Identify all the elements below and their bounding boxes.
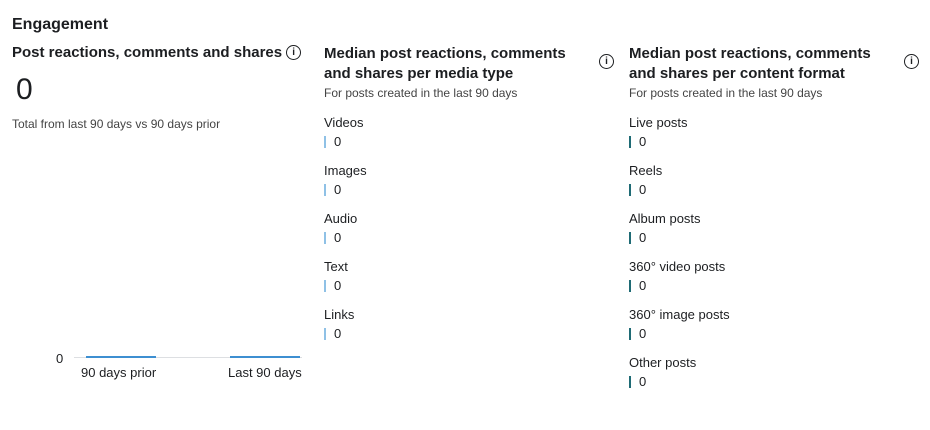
metric-label: Text xyxy=(324,259,348,274)
metric-value-row: 0 xyxy=(629,278,919,293)
metric-label: Videos xyxy=(324,115,364,130)
total-title-row: Post reactions, comments and shares i xyxy=(12,44,312,61)
list-item: Live posts 0 xyxy=(629,114,919,162)
chart-bar-90-days-prior[interactable] xyxy=(86,356,156,358)
media-type-panel: Median post reactions, comments and shar… xyxy=(324,44,614,354)
metric-label: Audio xyxy=(324,211,358,226)
total-engagement-panel: Post reactions, comments and shares i 0 … xyxy=(12,44,312,131)
metric-value-row: 0 xyxy=(324,278,614,293)
metric-value-row: 0 xyxy=(629,134,919,149)
metric-value-row: 0 xyxy=(629,374,919,389)
list-item: Text 0 xyxy=(324,258,614,306)
metric-bar xyxy=(629,231,631,244)
metric-value: 0 xyxy=(639,374,647,389)
metric-value-row: 0 xyxy=(324,326,614,341)
metric-label: Links xyxy=(324,307,355,322)
list-item: 360° image posts 0 xyxy=(629,306,919,354)
list-item: Videos 0 xyxy=(324,114,614,162)
list-item: Album posts 0 xyxy=(629,210,919,258)
content-format-subtitle: For posts created in the last 90 days xyxy=(629,86,823,100)
info-icon[interactable]: i xyxy=(904,54,919,69)
metric-label: 360° video posts xyxy=(629,259,726,274)
content-format-list: Live posts 0 Reels 0 Album posts 0 360° video … xyxy=(629,114,919,402)
metric-bar xyxy=(324,231,326,244)
metric-value: 0 xyxy=(639,326,647,341)
metric-bar xyxy=(324,279,326,292)
metric-value-row: 0 xyxy=(324,182,614,197)
content-format-header: Median post reactions, comments and shar… xyxy=(629,44,919,100)
media-type-header: Median post reactions, comments and shar… xyxy=(324,44,614,100)
list-item: Audio 0 xyxy=(324,210,614,258)
metric-label: Images xyxy=(324,163,367,178)
metric-value: 0 xyxy=(334,278,342,293)
metric-bar xyxy=(629,327,631,340)
metric-value: 0 xyxy=(639,230,647,245)
metric-value: 0 xyxy=(639,278,647,293)
metric-value-row: 0 xyxy=(324,134,614,149)
chart-x-label: 90 days prior xyxy=(81,365,157,380)
chart-bar-last-90-days[interactable] xyxy=(230,356,300,358)
metric-bar xyxy=(629,135,631,148)
metric-bar xyxy=(324,183,326,196)
total-title: Post reactions, comments and shares xyxy=(12,44,283,61)
total-value: 0 xyxy=(16,73,33,106)
media-type-list: Videos 0 Images 0 Audio 0 Text 0 Links 0 xyxy=(324,114,614,354)
section-title: Engagement xyxy=(12,16,109,33)
metric-label: Reels xyxy=(629,163,663,178)
metric-bar xyxy=(629,375,631,388)
metric-value: 0 xyxy=(334,134,342,149)
info-icon[interactable]: i xyxy=(599,54,614,69)
metric-value: 0 xyxy=(639,182,647,197)
metric-value-row: 0 xyxy=(324,230,614,245)
metric-bar xyxy=(629,279,631,292)
chart-y-tick: 0 xyxy=(56,351,64,366)
metric-bar xyxy=(324,327,326,340)
metric-value-row: 0 xyxy=(629,326,919,341)
metric-value-row: 0 xyxy=(629,182,919,197)
metric-label: Other posts xyxy=(629,355,697,370)
metric-label: Live posts xyxy=(629,115,688,130)
media-type-title: Median post reactions, comments and shar… xyxy=(324,45,566,82)
chart-x-label: Last 90 days xyxy=(228,365,302,380)
metric-label: Album posts xyxy=(629,211,701,226)
content-format-panel: Median post reactions, comments and shar… xyxy=(629,44,919,402)
metric-bar xyxy=(629,183,631,196)
list-item: Other posts 0 xyxy=(629,354,919,402)
list-item: Images 0 xyxy=(324,162,614,210)
metric-bar xyxy=(324,135,326,148)
media-type-subtitle: For posts created in the last 90 days xyxy=(324,86,518,100)
metric-value-row: 0 xyxy=(629,230,919,245)
total-subtitle: Total from last 90 days vs 90 days prior xyxy=(12,117,221,131)
metric-value: 0 xyxy=(334,326,342,341)
list-item: Reels 0 xyxy=(629,162,919,210)
list-item: 360° video posts 0 xyxy=(629,258,919,306)
list-item: Links 0 xyxy=(324,306,614,354)
metric-label: 360° image posts xyxy=(629,307,730,322)
metric-value: 0 xyxy=(334,230,342,245)
metric-value: 0 xyxy=(639,134,647,149)
content-format-title: Median post reactions, comments and shar… xyxy=(629,45,871,82)
metric-value: 0 xyxy=(334,182,342,197)
info-icon[interactable]: i xyxy=(286,45,302,60)
